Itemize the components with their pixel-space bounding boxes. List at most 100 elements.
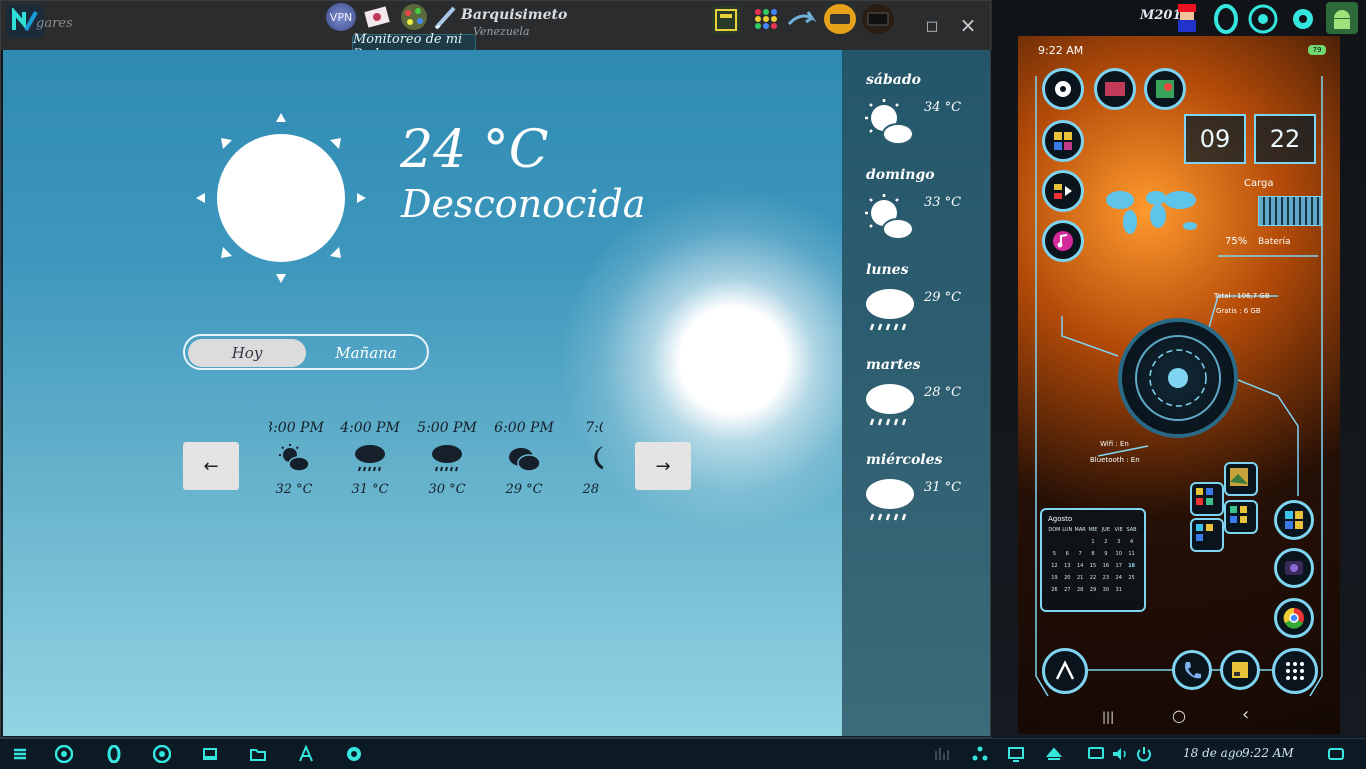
calendar-day-cell[interactable]: 4	[1125, 539, 1138, 545]
phone-folder-icon[interactable]	[1042, 120, 1084, 162]
toggle-today-button[interactable]: Hoy	[188, 339, 306, 367]
calendar-day-cell[interactable]: 3	[1112, 539, 1125, 545]
calendar-day-cell[interactable]: 20	[1061, 575, 1074, 581]
calculator-widget-icon[interactable]	[712, 6, 740, 34]
forecast-temp: 31 °C	[924, 480, 962, 495]
calendar-day-cell[interactable]: 19	[1048, 575, 1061, 581]
show-desktop-icon[interactable]	[1326, 744, 1346, 764]
phone-app-folder-icon[interactable]	[1190, 482, 1224, 516]
arrow-share-icon[interactable]	[786, 6, 820, 34]
phone-nav-recent-button[interactable]: |||	[1102, 710, 1114, 724]
phone-maps-icon[interactable]	[1144, 68, 1186, 110]
phone-chrome-icon[interactable]	[1274, 598, 1314, 638]
forecast-temp: 34 °C	[924, 100, 962, 115]
tray-eject-icon[interactable]	[1044, 744, 1064, 764]
forecast-day: martes	[866, 357, 921, 373]
calendar-day-cell[interactable]: 14	[1074, 563, 1087, 569]
calendar-day-cell[interactable]: 24	[1112, 575, 1125, 581]
phone-settings-gear-icon[interactable]	[1042, 68, 1084, 110]
tray-volume-icon[interactable]	[1110, 744, 1130, 764]
phone-gallery-icon[interactable]	[1224, 462, 1258, 496]
hourly-time: 7:00	[585, 420, 603, 436]
tray-monitor-icon[interactable]	[1006, 744, 1026, 764]
toggle-tomorrow-button[interactable]: Mañana	[307, 339, 425, 367]
calendar-day-cell[interactable]: 23	[1099, 575, 1112, 581]
moon-icon	[566, 440, 603, 476]
hourly-time: 6:00 PM	[494, 420, 554, 436]
calendar-day-cell[interactable]: 7	[1074, 551, 1087, 557]
taskbar-terminal-icon[interactable]	[200, 744, 220, 764]
calendar-day-cell[interactable]: 22	[1087, 575, 1100, 581]
hourly-prev-button[interactable]: ←	[183, 442, 239, 490]
tray-power-icon[interactable]	[1134, 744, 1154, 764]
close-button[interactable]: ×	[956, 13, 980, 37]
calendar-day-cell	[1048, 539, 1061, 545]
phone-files-folder-icon[interactable]	[1274, 500, 1314, 540]
calendar-day-cell[interactable]: 31	[1112, 587, 1125, 593]
keyboard-icon[interactable]	[824, 4, 856, 34]
chrome-icon[interactable]	[1248, 4, 1278, 34]
calendar-day-cell[interactable]: 13	[1061, 563, 1074, 569]
calendar-day-cell[interactable]: 17	[1112, 563, 1125, 569]
calendar-day-cell[interactable]: 2	[1099, 539, 1112, 545]
monitor-icon[interactable]	[862, 4, 894, 34]
phone-dialer-icon[interactable]	[1172, 650, 1212, 690]
calendar-day-cell[interactable]: 1	[1087, 539, 1100, 545]
phone-music-player-icon[interactable]	[1042, 648, 1088, 694]
phone-nav-back-button[interactable]: ‹	[1242, 704, 1249, 725]
calendar-day-cell[interactable]: 6	[1061, 551, 1074, 557]
settings-gear-icon[interactable]	[1288, 4, 1318, 34]
phone-nav-home-button[interactable]: ○	[1172, 706, 1186, 725]
forecast-temp: 29 °C	[924, 290, 962, 305]
phone-tools-folder-icon[interactable]	[1224, 500, 1258, 534]
taskbar-time[interactable]: 9:22 AM	[1242, 746, 1294, 760]
taskbar-date[interactable]: 18 de ago	[1183, 746, 1243, 760]
hourly-time: 4:00 PM	[340, 420, 400, 436]
android-icon[interactable]	[1326, 2, 1358, 34]
phone-camera-icon[interactable]	[1274, 548, 1314, 588]
phone-music-icon[interactable]	[1042, 220, 1084, 262]
tray-display-icon[interactable]	[1086, 744, 1106, 764]
calendar-today-cell[interactable]: 18	[1125, 563, 1138, 569]
calendar-day-cell[interactable]: 26	[1048, 587, 1061, 593]
calendar-day-cell[interactable]: 12	[1048, 563, 1061, 569]
taskbar-settings-icon[interactable]	[344, 744, 364, 764]
phone-media-folder-icon[interactable]	[1042, 170, 1084, 212]
vpn-icon[interactable]: VPN	[326, 3, 356, 31]
phone-notes-icon[interactable]	[1220, 650, 1260, 690]
calendar-day-cell[interactable]: 29	[1087, 587, 1100, 593]
calendar-day-cell[interactable]: 5	[1048, 551, 1061, 557]
globe-network-icon[interactable]	[398, 2, 430, 32]
calendar-day-cell[interactable]: 16	[1099, 563, 1112, 569]
hourly-next-button[interactable]: →	[635, 442, 691, 490]
phone-hud-dial[interactable]	[1118, 318, 1238, 438]
phone-barcode-icon[interactable]	[1094, 68, 1136, 110]
taskbar-folder-icon[interactable]	[248, 744, 268, 764]
calendar-day-cell[interactable]: 11	[1125, 551, 1138, 557]
taskbar-font-icon[interactable]	[296, 744, 316, 764]
taskbar-opera-icon[interactable]	[104, 744, 124, 764]
taskbar-app-icon-1[interactable]	[54, 744, 74, 764]
app-grid-icon[interactable]	[750, 4, 782, 34]
calendar-day-cell[interactable]: 25	[1125, 575, 1138, 581]
current-temperature: 24 °C	[400, 120, 549, 180]
flag-widget-icon[interactable]	[362, 3, 392, 31]
calendar-day-cell[interactable]: 10	[1112, 551, 1125, 557]
start-menu-icon[interactable]	[10, 744, 30, 764]
calendar-day-cell[interactable]: 9	[1099, 551, 1112, 557]
calendar-day-cell[interactable]: 27	[1061, 587, 1074, 593]
tray-network-icon[interactable]	[970, 744, 990, 764]
calendar-day-cell[interactable]: 30	[1099, 587, 1112, 593]
phone-misc-folder-icon[interactable]	[1190, 518, 1224, 552]
opera-icon[interactable]	[1212, 4, 1240, 34]
taskbar-chrome-icon[interactable]	[152, 744, 172, 764]
calendar-day-cell[interactable]: 21	[1074, 575, 1087, 581]
phone-calendar-widget[interactable]: Agosto DOM LUN MAR MIE JUE VIE SAB 1 2 3 4 5 6 7 8 9 10 1…	[1040, 508, 1146, 612]
calendar-day-cell[interactable]: 8	[1087, 551, 1100, 557]
phone-app-drawer-icon[interactable]	[1272, 648, 1318, 694]
maximize-button[interactable]: □	[920, 14, 944, 38]
calendar-day-cell[interactable]: 28	[1074, 587, 1087, 593]
pen-icon[interactable]	[432, 4, 458, 32]
mario-icon[interactable]	[1172, 2, 1202, 36]
calendar-day-cell[interactable]: 15	[1087, 563, 1100, 569]
